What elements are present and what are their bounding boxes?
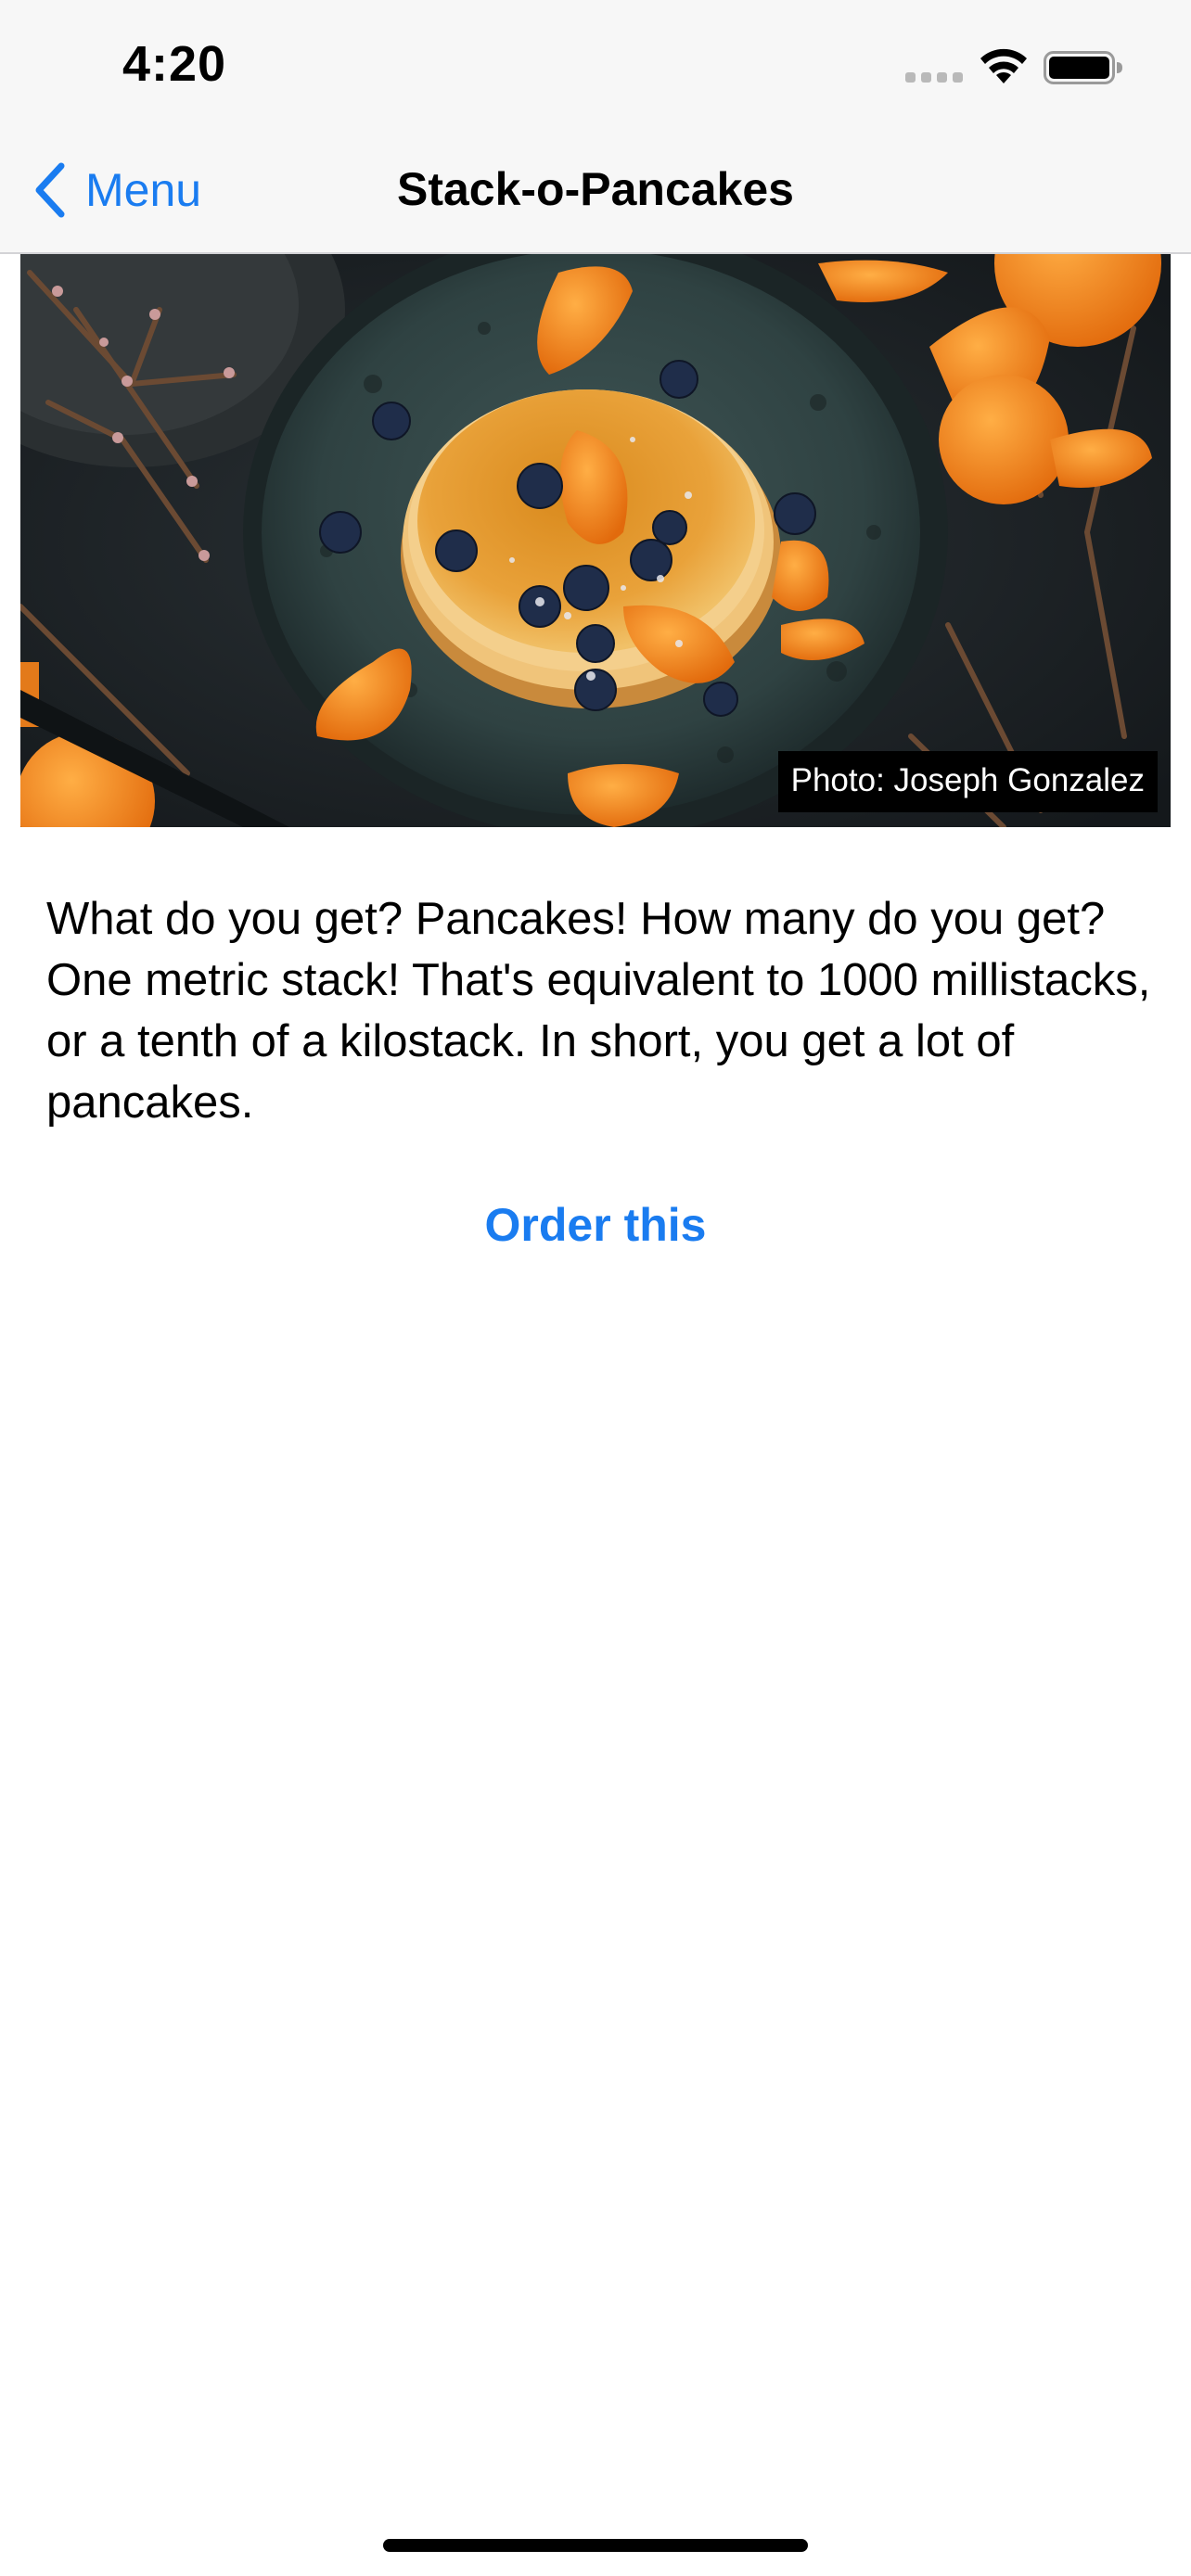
cellular-signal-icon bbox=[905, 72, 963, 83]
pancake-photo-image bbox=[20, 254, 1171, 827]
status-time: 4:20 bbox=[122, 36, 227, 92]
page-title: Stack-o-Pancakes bbox=[396, 163, 794, 215]
battery-icon bbox=[1044, 51, 1122, 84]
home-indicator[interactable] bbox=[383, 2539, 808, 2552]
photo-credit: Photo: Joseph Gonzalez bbox=[777, 751, 1158, 812]
item-description: What do you get? Pancakes! How many do y… bbox=[46, 894, 1151, 1128]
wifi-icon bbox=[980, 48, 1027, 83]
hero-photo: Photo: Joseph Gonzalez bbox=[20, 254, 1171, 827]
navigation-bar: Menu Stack-o-Pancakes bbox=[0, 130, 1191, 254]
order-button[interactable]: Order this bbox=[0, 1198, 1191, 1252]
status-bar: 4:20 bbox=[0, 0, 1191, 130]
